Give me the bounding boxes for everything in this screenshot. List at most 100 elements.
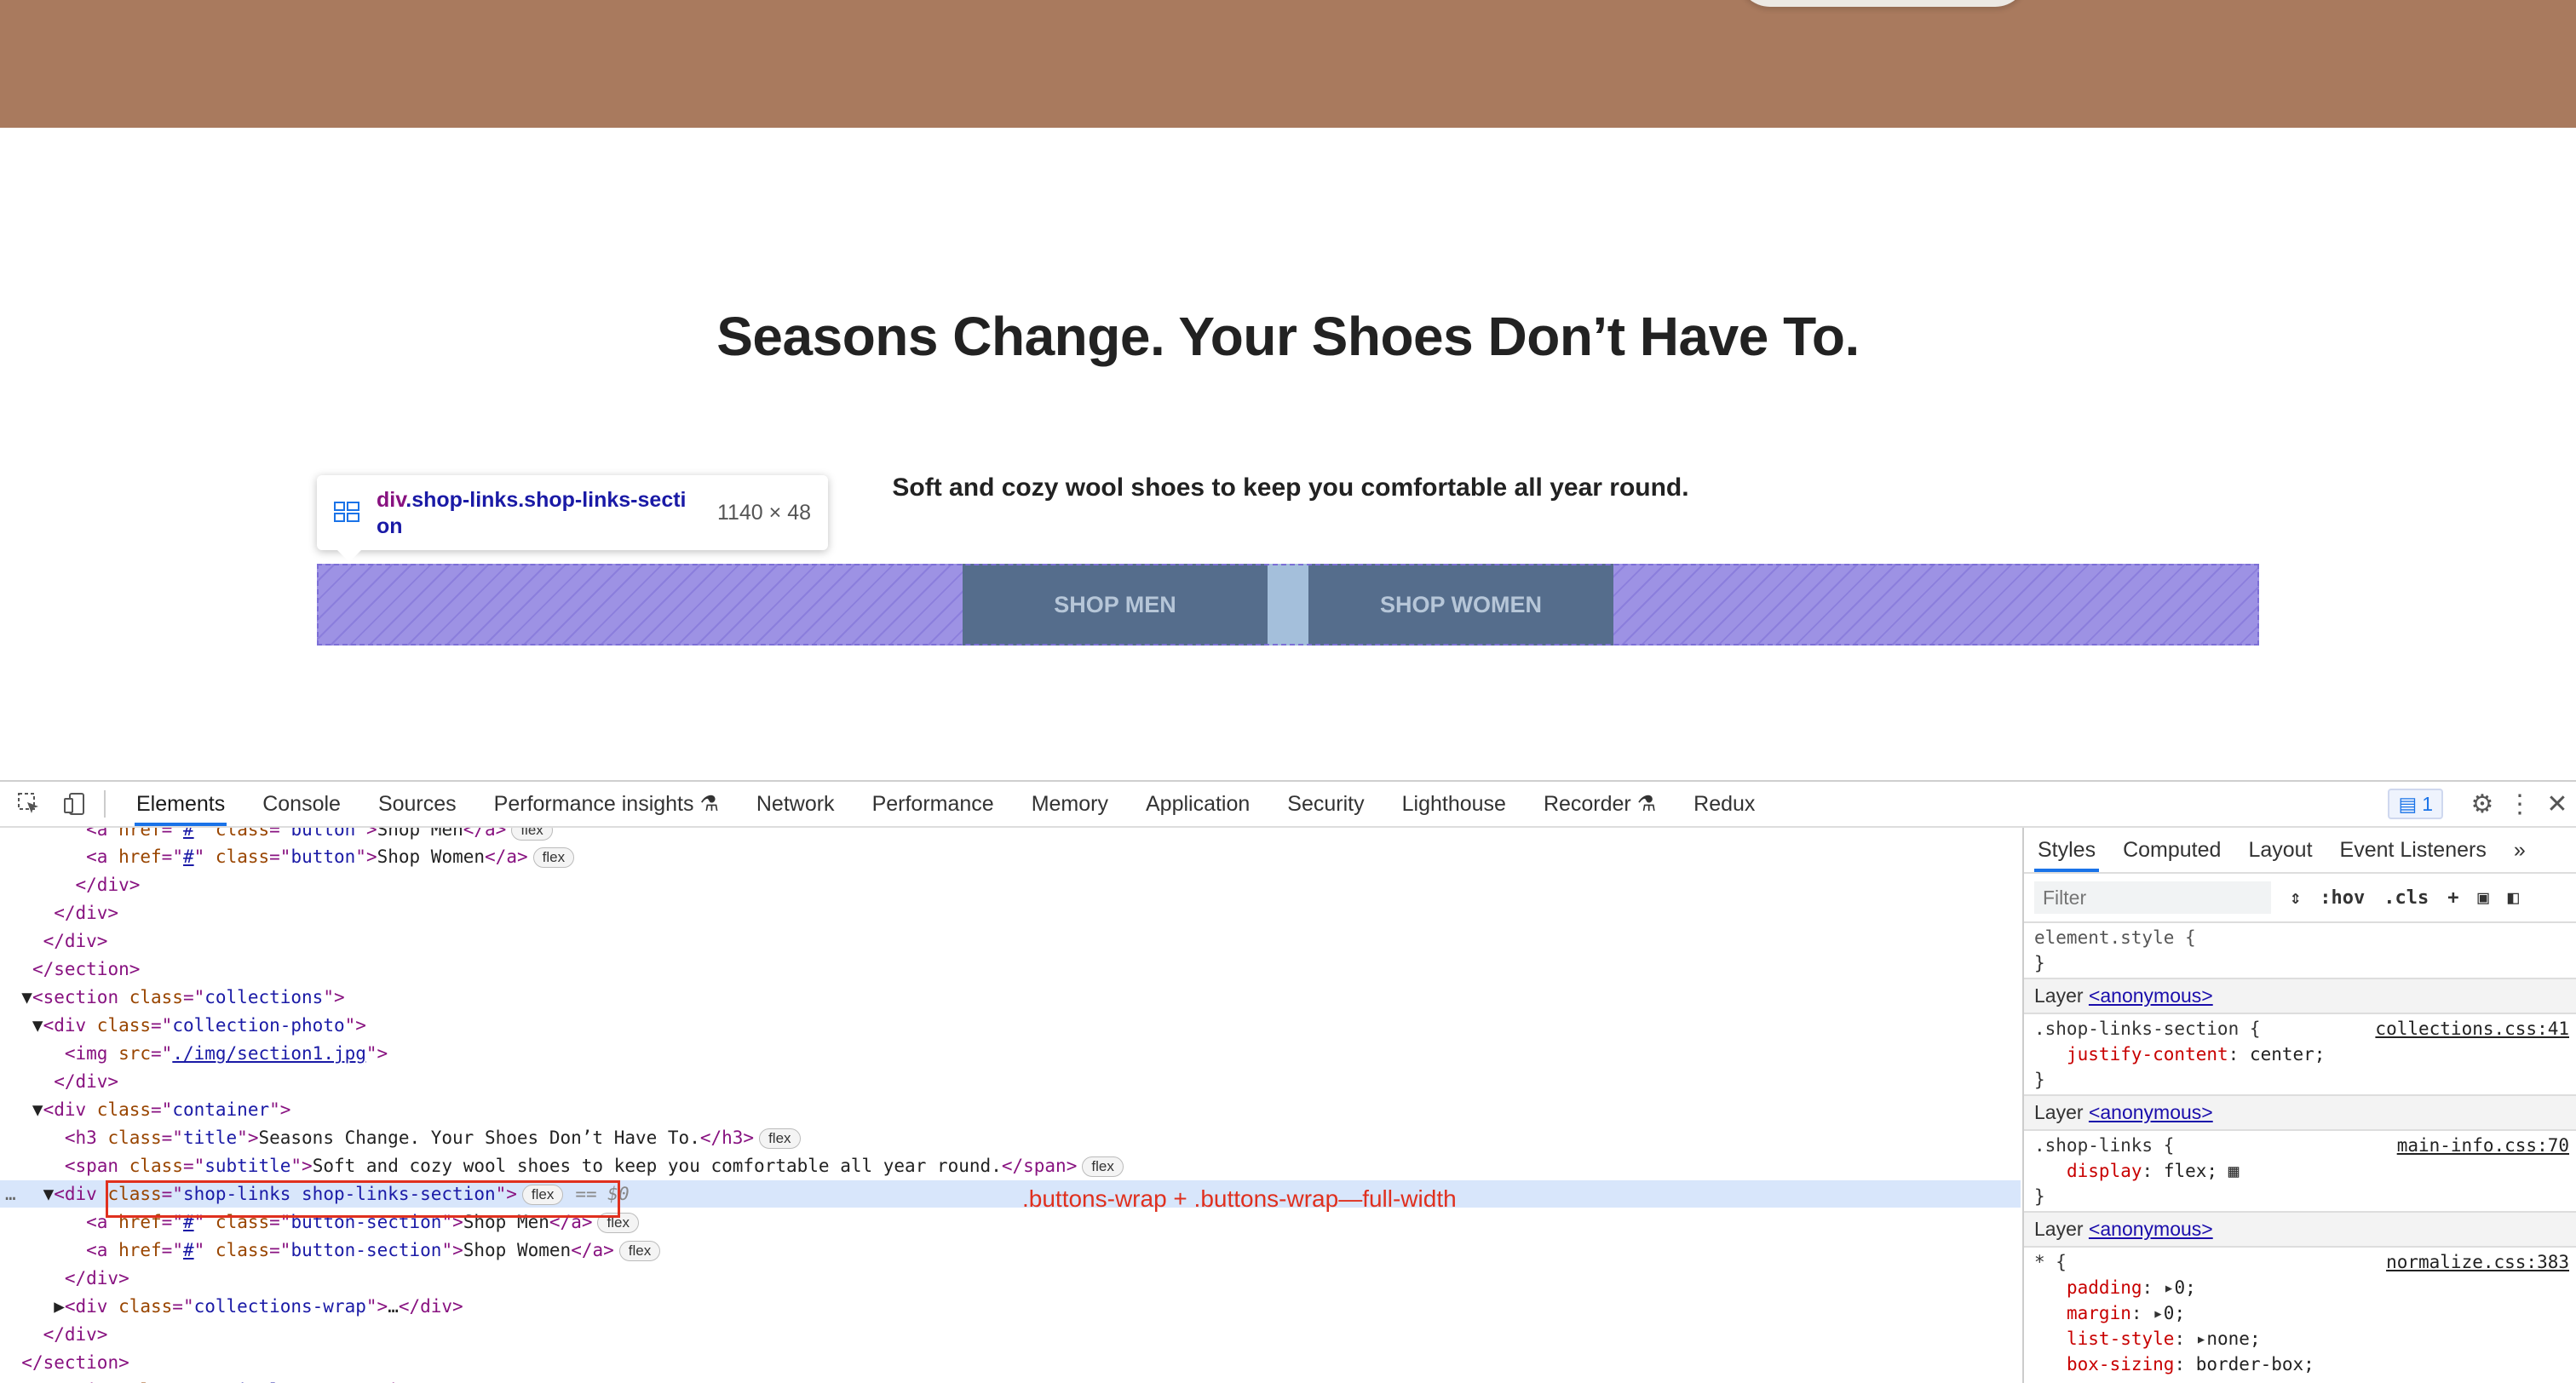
dom-node[interactable]: </div> — [0, 1068, 2021, 1095]
issues-badge[interactable]: ▤ 1 — [2388, 789, 2443, 819]
shop-links-section: SHOP MEN SHOP WOMEN — [317, 564, 2259, 646]
dom-node[interactable]: ▶<section class="arrivals">…</section> — [0, 1377, 2021, 1383]
paint-brush-icon[interactable]: ▣ — [2477, 887, 2488, 909]
rule-declaration[interactable]: margin: ▸0; — [2034, 1300, 2567, 1326]
new-rule-icon[interactable]: + — [2447, 887, 2458, 909]
styles-filter-bar: ⇕ :hov .cls + ▣ ◧ — [2024, 874, 2576, 923]
rule-declaration[interactable]: padding: ▸0; — [2034, 1275, 2567, 1300]
dom-node[interactable]: <a href="#" class="button">Shop Men</a> f… — [0, 828, 2021, 843]
dom-node[interactable]: ▼<section class="collections"> — [0, 984, 2021, 1011]
layer-label: Layer — [2034, 1101, 2084, 1123]
toolbar-divider — [104, 790, 106, 818]
rule-declaration[interactable]: display: flex; ▦ — [2034, 1158, 2567, 1184]
layer-header: Layer <anonymous> — [2024, 1096, 2576, 1131]
message-icon: ▤ — [2398, 792, 2418, 815]
layer-link[interactable]: <anonymous> — [2089, 1218, 2213, 1240]
tab-recorder[interactable]: Recorder ⚗ — [1525, 782, 1675, 826]
tab-sources[interactable]: Sources — [359, 782, 475, 826]
dom-node[interactable]: </div> — [0, 871, 2021, 898]
red-highlight-box — [106, 1180, 620, 1218]
dom-node[interactable]: </div> — [0, 1321, 2021, 1348]
more-tabs-icon[interactable]: » — [2500, 828, 2539, 872]
inspect-element-icon[interactable] — [12, 787, 46, 821]
rule-declaration[interactable]: box-sizing: border-box; — [2034, 1351, 2567, 1377]
tab-security[interactable]: Security — [1268, 782, 1383, 826]
layer-header: Layer <anonymous> — [2024, 1213, 2576, 1248]
flex-layout-icon — [334, 502, 359, 522]
rule-declaration[interactable]: justify-content: center; — [2034, 1042, 2567, 1067]
styles-subtabs: Styles Computed Layout Event Listeners » — [2024, 828, 2576, 874]
tab-recorder-label: Recorder — [1543, 792, 1631, 816]
tab-layout[interactable]: Layout — [2234, 828, 2326, 872]
rule-close-brace: } — [2034, 1070, 2045, 1090]
element-inspector-tooltip: div.shop-links.shop-links-secti on 1140 … — [317, 475, 828, 562]
element-style-selector: element.style { — [2034, 927, 2196, 948]
hov-toggle[interactable]: :hov — [2320, 887, 2365, 909]
rule-close-brace: } — [2034, 1186, 2045, 1207]
styles-filter-input[interactable] — [2034, 881, 2271, 914]
tab-styles[interactable]: Styles — [2024, 828, 2109, 872]
tab-elements[interactable]: Elements — [118, 782, 244, 826]
dom-node[interactable]: </div> — [0, 927, 2021, 955]
dom-node[interactable]: <a href="#" class="button-section">Shop … — [0, 1237, 2021, 1264]
layer-label: Layer — [2034, 984, 2084, 1007]
annotation-text: .buttons-wrap + .buttons-wrap—full-width — [1022, 1185, 1457, 1212]
dom-tree: <a href="#" class="button">Shop Men</a> f… — [0, 828, 2021, 1383]
page-subtitle: Soft and cozy wool shoes to keep you com… — [892, 473, 1689, 502]
hero-image — [0, 0, 2576, 128]
layer-label: Layer — [2034, 1218, 2084, 1240]
tab-event-listeners[interactable]: Event Listeners — [2326, 828, 2500, 872]
experiment-flask-icon: ⚗ — [699, 792, 719, 816]
dom-node[interactable]: ▼<div class="container"> — [0, 1096, 2021, 1123]
dom-node[interactable]: <h3 class="title">Seasons Change. Your S… — [0, 1124, 2021, 1151]
cls-toggle[interactable]: .cls — [2383, 887, 2429, 909]
css-rule[interactable]: main-info.css:70 .shop-links { display: … — [2024, 1131, 2576, 1213]
rule-source-link[interactable]: collections.css:41 — [2375, 1016, 2569, 1042]
dom-node[interactable]: <img src="./img/section1.jpg"> — [0, 1040, 2021, 1067]
css-rule[interactable]: normalize.css:383 * { padding: ▸0; margi… — [2024, 1248, 2576, 1379]
layer-link[interactable]: <anonymous> — [2089, 984, 2213, 1007]
css-rule[interactable]: collections.css:41 .shop-links-section {… — [2024, 1014, 2576, 1096]
tab-performance[interactable]: Performance — [854, 782, 1013, 826]
rule-close-brace: } — [2034, 953, 2045, 973]
tooltip-selector: div.shop-links.shop-links-secti on — [377, 488, 687, 538]
tab-performance-insights-label: Performance insights — [493, 792, 694, 816]
dom-node[interactable]: <a href="#" class="button">Shop Women</a… — [0, 843, 2021, 870]
rule-source-link[interactable]: normalize.css:383 — [2386, 1249, 2569, 1275]
dom-node[interactable]: </div> — [0, 1265, 2021, 1292]
layer-link[interactable]: <anonymous> — [2089, 1101, 2213, 1123]
dom-node[interactable]: </div> — [0, 899, 2021, 927]
tab-lighthouse[interactable]: Lighthouse — [1383, 782, 1525, 826]
devtools-panel: Elements Console Sources Performance ins… — [0, 780, 2576, 1383]
tab-console[interactable]: Console — [244, 782, 359, 826]
dom-node[interactable]: ▼<div class="collection-photo"> — [0, 1012, 2021, 1039]
devtools-toolbar: Elements Console Sources Performance ins… — [0, 782, 2576, 828]
more-options-icon[interactable]: ⋮ — [2501, 785, 2539, 823]
element-style-rule[interactable]: element.style { } — [2024, 923, 2576, 979]
close-icon[interactable]: ✕ — [2539, 785, 2576, 823]
styles-panel: Styles Computed Layout Event Listeners »… — [2022, 828, 2576, 1383]
dom-node[interactable]: ▶<div class="collections-wrap">…</div> — [0, 1293, 2021, 1320]
shop-women-button[interactable]: SHOP WOMEN — [1308, 564, 1613, 646]
page-title: Seasons Change. Your Shoes Don’t Have To… — [716, 306, 1860, 367]
tab-redux[interactable]: Redux — [1675, 782, 1774, 826]
devtools-right-controls: ▤ 1 ⚙ ⋮ ✕ — [2388, 782, 2576, 826]
dom-node[interactable]: </section> — [0, 1349, 2021, 1376]
tab-memory[interactable]: Memory — [1013, 782, 1127, 826]
rule-declaration[interactable]: list-style: ▸none; — [2034, 1326, 2567, 1351]
tab-computed[interactable]: Computed — [2109, 828, 2234, 872]
settings-gear-icon[interactable]: ⚙ — [2464, 785, 2501, 823]
tab-application[interactable]: Application — [1127, 782, 1268, 826]
flexbox-editor-icon[interactable]: ▦ — [2228, 1161, 2240, 1181]
issues-count: 1 — [2422, 792, 2433, 815]
toggle-properties-icon[interactable]: ⇕ — [2290, 887, 2301, 909]
tooltip-dimensions: 1140 × 48 — [716, 501, 811, 525]
shop-men-button[interactable]: SHOP MEN — [963, 564, 1268, 646]
dom-node[interactable]: <span class="subtitle">Soft and cozy woo… — [0, 1152, 2021, 1179]
dom-node[interactable]: </section> — [0, 955, 2021, 983]
device-toolbar-icon[interactable] — [58, 787, 92, 821]
rule-source-link[interactable]: main-info.css:70 — [2397, 1133, 2569, 1158]
toggle-sidebar-icon[interactable]: ◧ — [2508, 887, 2519, 909]
tab-network[interactable]: Network — [738, 782, 854, 826]
tab-performance-insights[interactable]: Performance insights ⚗ — [475, 782, 738, 826]
